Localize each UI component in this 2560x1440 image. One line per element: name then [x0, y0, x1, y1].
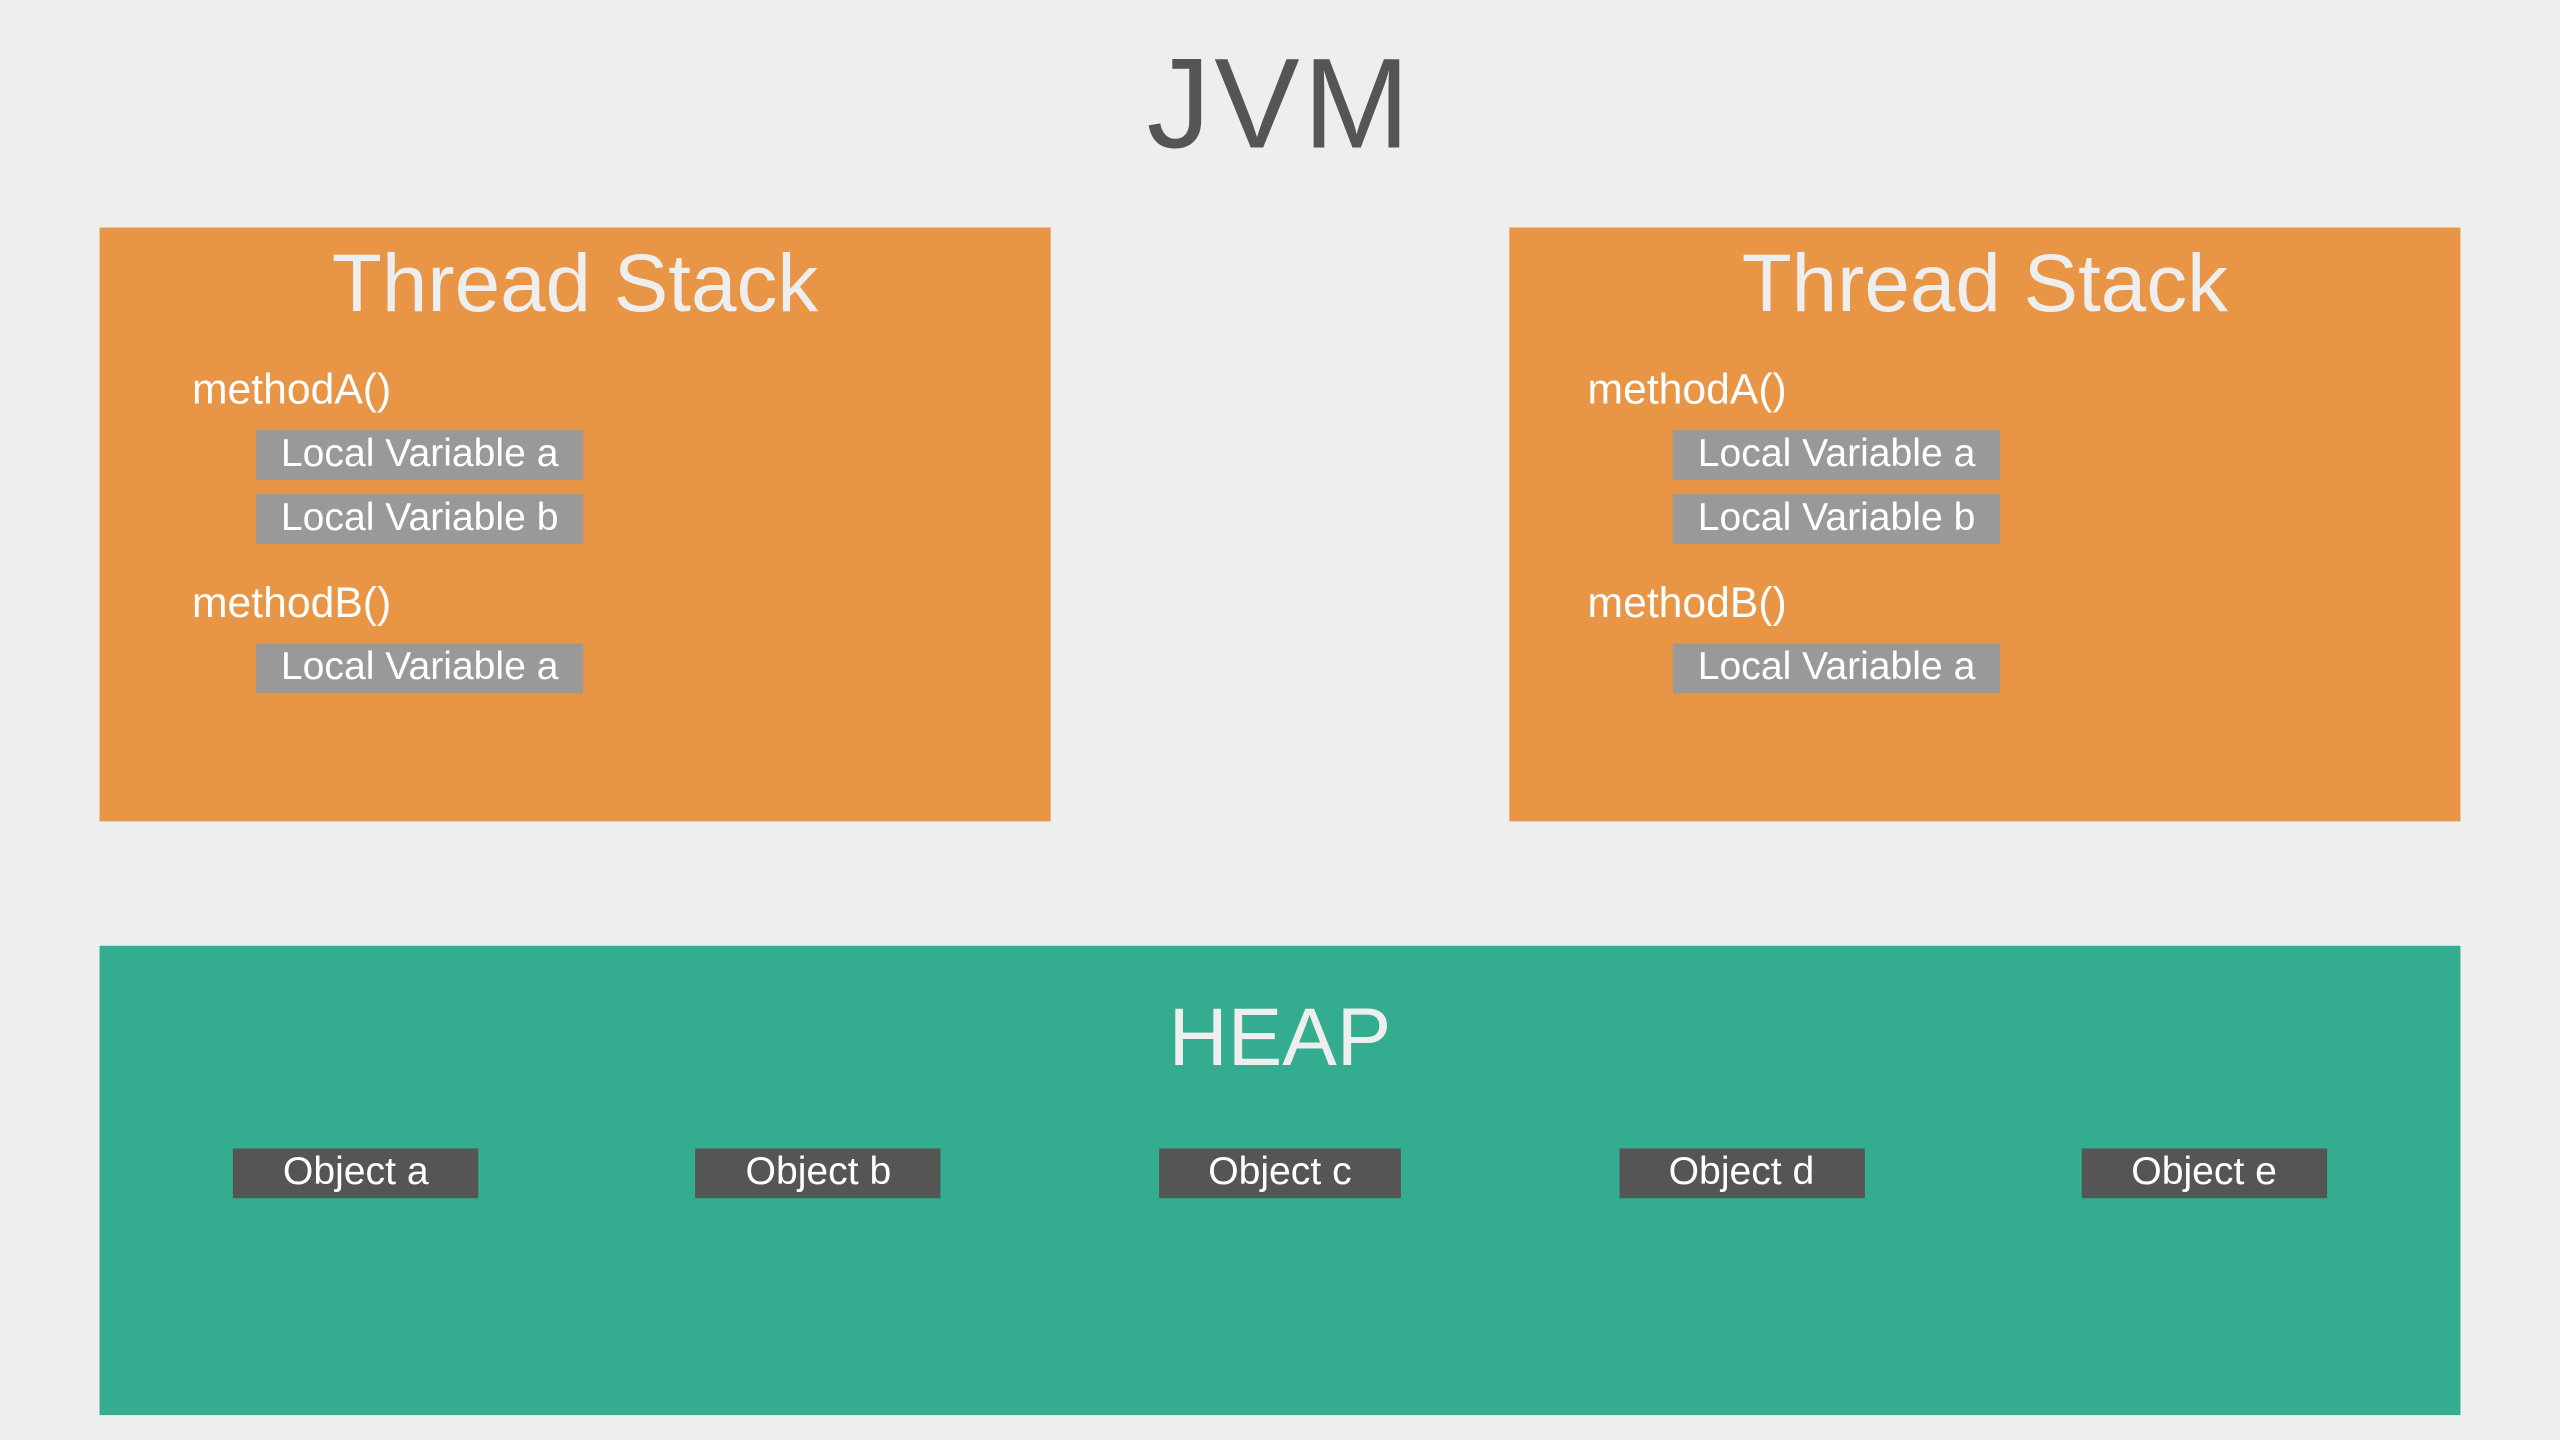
- local-variable: Local Variable a: [256, 430, 583, 480]
- method-label: methodA(): [192, 366, 1051, 416]
- stack-frame: methodA() Local Variable a Local Variabl…: [100, 366, 1051, 544]
- heap-title: HEAP: [100, 988, 2461, 1084]
- method-label: methodA(): [1588, 366, 2461, 416]
- local-variable: Local Variable b: [256, 494, 583, 544]
- heap-box: HEAP Object a Object b Object c Object d…: [100, 946, 2461, 1415]
- local-variable: Local Variable b: [1673, 494, 2000, 544]
- stack-frame: methodA() Local Variable a Local Variabl…: [1509, 366, 2460, 544]
- thread-stacks-row: Thread Stack methodA() Local Variable a …: [0, 228, 2560, 822]
- stack-frame: methodB() Local Variable a: [100, 580, 1051, 694]
- heap-object: Object b: [696, 1148, 941, 1198]
- local-variable: Local Variable a: [1673, 430, 2000, 480]
- thread-stack-right: Thread Stack methodA() Local Variable a …: [1509, 228, 2460, 822]
- thread-stack-title: Thread Stack: [1509, 235, 2460, 331]
- local-variable: Local Variable a: [256, 644, 583, 694]
- heap-object: Object c: [1158, 1148, 1401, 1198]
- heap-object: Object e: [2082, 1148, 2327, 1198]
- thread-stack-title: Thread Stack: [100, 235, 1051, 331]
- thread-stack-left: Thread Stack methodA() Local Variable a …: [100, 228, 1051, 822]
- jvm-title: JVM: [0, 0, 2560, 178]
- heap-objects-row: Object a Object b Object c Object d Obje…: [100, 1148, 2461, 1198]
- stack-frame: methodB() Local Variable a: [1509, 580, 2460, 694]
- heap-object: Object a: [233, 1148, 478, 1198]
- heap-object: Object d: [1619, 1148, 1864, 1198]
- method-label: methodB(): [192, 580, 1051, 630]
- local-variable: Local Variable a: [1673, 644, 2000, 694]
- method-label: methodB(): [1588, 580, 2461, 630]
